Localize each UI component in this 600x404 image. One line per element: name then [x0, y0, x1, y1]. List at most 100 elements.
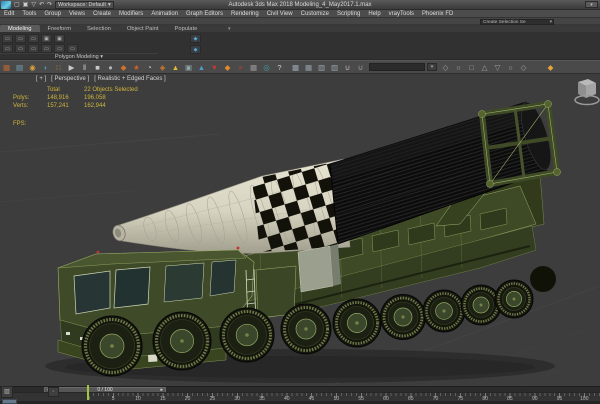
toolbar-icon[interactable]: ▼ [208, 62, 221, 73]
ribbon-button[interactable]: ▭ [2, 34, 13, 43]
quick-access-icon[interactable]: ↷ [46, 1, 53, 9]
magnet-icon[interactable]: ∪ [354, 62, 367, 73]
menu-item[interactable]: Animation [147, 11, 182, 17]
menu-item[interactable]: Help [364, 11, 384, 17]
toolbar-icon[interactable]: ○ [452, 62, 465, 73]
menu-item[interactable]: Views [65, 11, 89, 17]
chevron-down-icon: ▾ [107, 1, 111, 8]
mini-curve-editor-button[interactable]: ▧ [1, 386, 13, 398]
ribbon-button[interactable]: ▭ [15, 34, 26, 43]
toolbar-icon[interactable]: × [234, 62, 247, 73]
ribbon-section-polygon-modeling[interactable]: Polygon Modeling ▾ [0, 53, 158, 60]
menu-item[interactable]: Customize [297, 11, 333, 17]
ribbon-button-blue[interactable]: ◆ [190, 45, 201, 54]
quick-access-icon[interactable]: ▣ [22, 1, 30, 9]
menu-item[interactable]: Rendering [227, 11, 263, 17]
3dsmax-logo-icon[interactable] [1, 0, 11, 9]
toolbar-icon[interactable]: ◆ [221, 62, 234, 73]
menu-bar: Edit Tools Group Views Create Modifiers Animat… [0, 10, 600, 18]
ribbon-button[interactable]: ▭ [2, 44, 13, 53]
ribbon-tab[interactable]: Object Paint [119, 25, 167, 32]
timeline-playhead[interactable] [87, 385, 89, 400]
toolbar-icon[interactable]: ‖ [78, 62, 91, 73]
ribbon-tab[interactable]: Freeform [40, 25, 80, 32]
key-filter-button[interactable]: ◦ [48, 387, 59, 397]
menu-item[interactable]: Create [89, 11, 115, 17]
ribbon-button-blue[interactable]: ◆ [190, 34, 201, 43]
named-selection-set-combo[interactable]: Create Selection Se ▾ [480, 18, 554, 25]
toolbar-icon[interactable]: ▲ [169, 62, 182, 73]
toolbar-icon[interactable]: ▣ [182, 62, 195, 73]
ribbon-button[interactable]: ▣ [41, 34, 52, 43]
quick-access-icon[interactable]: ▢ [13, 1, 21, 9]
menu-item[interactable]: Tools [18, 11, 40, 17]
toolbar-icon[interactable]: ◆ [117, 62, 130, 73]
menu-item[interactable]: Civil View [263, 11, 297, 17]
perspective-viewport[interactable]: [ + ] [ Perspective ] [ Realistic + Edge… [0, 74, 600, 386]
toolbar-icon[interactable]: △ [478, 62, 491, 73]
quick-access-icon[interactable]: ↶ [38, 1, 45, 9]
ribbon-button[interactable]: ▭ [28, 44, 39, 53]
viewport-shading-menu[interactable]: [ Realistic + Edged Faces ] [94, 76, 166, 82]
viewport-statistics: Total 22 Objects Selected Polys: 148,916… [13, 86, 138, 128]
ribbon-tab[interactable]: Selection [79, 25, 119, 32]
ribbon-button[interactable]: ▭ [67, 44, 78, 53]
ribbon-tab[interactable]: Modeling [0, 25, 40, 32]
menu-item[interactable]: vrayTools [385, 11, 418, 17]
ribbon-button[interactable]: ▭ [41, 44, 52, 53]
chevron-down-icon: ▾ [549, 19, 552, 25]
toolbar-icon[interactable]: ◇ [439, 62, 452, 73]
toolbar-icon[interactable]: ▤ [13, 62, 26, 73]
window-layout-icon[interactable]: ▧ [315, 62, 328, 73]
ribbon-button[interactable]: ▣ [54, 34, 65, 43]
toolbar-search-input[interactable] [369, 63, 425, 71]
shield-icon[interactable]: ◆ [544, 62, 557, 73]
ribbon-button[interactable]: ▭ [15, 44, 26, 53]
toolbar-icon[interactable]: ■ [91, 62, 104, 73]
quick-access-icon[interactable]: ▽ [30, 1, 37, 9]
toolbar-icon[interactable]: ◇ [517, 62, 530, 73]
menu-item[interactable]: Modifiers [115, 11, 147, 17]
toolbar-icon[interactable]: ◈ [156, 62, 169, 73]
window-layout-icon[interactable]: ▨ [328, 62, 341, 73]
workspace-label: Workspace: Default [58, 1, 106, 8]
toolbar-icon[interactable]: ? [273, 62, 286, 73]
toolbar-icon[interactable]: ▲ [195, 62, 208, 73]
infocenter-box[interactable]: ▾ [585, 1, 598, 8]
window-layout-icon[interactable]: ▦ [302, 62, 315, 73]
ribbon-tab[interactable]: Populate [166, 25, 205, 32]
stats-header-total: Total [47, 87, 60, 93]
menu-item[interactable]: Scripting [333, 11, 364, 17]
window-layout-icon[interactable]: ▩ [289, 62, 302, 73]
ribbon-button[interactable]: ▭ [28, 34, 39, 43]
toolbar-icon[interactable]: ∷ [52, 62, 65, 73]
main-toolbar-strip: Create Selection Se ▾ [0, 18, 600, 25]
toolbar-icon[interactable]: ▶ [65, 62, 78, 73]
stats-fps: FPS: [13, 121, 27, 127]
stats-row: Verts: 157,241 162,944 [13, 103, 106, 109]
missile-nose-cone[interactable] [111, 158, 351, 254]
menu-item[interactable]: Phoenix FD [418, 11, 457, 17]
toolbar-icon[interactable]: ★ [130, 62, 143, 73]
toolbar-icon[interactable]: ○ [504, 62, 517, 73]
toolbar-icon[interactable]: ▦ [0, 62, 13, 73]
magnet-icon[interactable]: ∪ [341, 62, 354, 73]
toolbar-icon[interactable]: ◗ [39, 62, 52, 73]
toolbar-icon[interactable]: ▦ [247, 62, 260, 73]
viewcube[interactable] [574, 79, 600, 106]
toolbar-icon[interactable]: ◎ [260, 62, 273, 73]
toolbar-icon[interactable]: □ [465, 62, 478, 73]
menu-item[interactable]: Graph Editors [182, 11, 227, 17]
toolbar-icon[interactable]: ◔ [143, 62, 156, 73]
toolbar-icon[interactable]: ● [104, 62, 117, 73]
menu-item[interactable]: Edit [0, 11, 18, 17]
workspace-selector[interactable]: Workspace: Default ▾ [55, 0, 114, 9]
viewport-pov-menu[interactable]: [ Perspective ] [51, 76, 89, 82]
ribbon-button[interactable]: ▭ [54, 44, 65, 53]
viewport-general-menu[interactable]: [ + ] [36, 76, 46, 82]
toolbar-mini-dropdown[interactable]: ▾ [427, 63, 437, 71]
menu-item[interactable]: Group [40, 11, 65, 17]
toolbar-icon[interactable]: ▽ [491, 62, 504, 73]
toolbar-icon[interactable]: ◉ [26, 62, 39, 73]
track-bar-ruler[interactable]: 0510152025303540455055606570758085909510… [0, 392, 600, 402]
